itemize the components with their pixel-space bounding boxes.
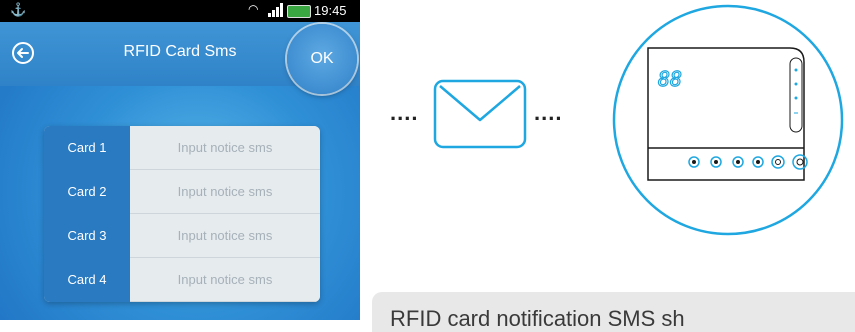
card-label: Card 1 <box>44 126 130 171</box>
usb-icon: ⚓ <box>10 2 27 17</box>
card-sms-input[interactable]: Input notice sms <box>130 258 320 302</box>
wifi-icon: ◠ <box>248 2 259 16</box>
dots-left: .... <box>390 100 419 125</box>
status-time: 19:45 <box>314 3 347 18</box>
envelope-icon <box>433 79 527 149</box>
card-label: Card 4 <box>44 258 130 302</box>
card-sms-input[interactable]: Input notice sms <box>130 170 320 214</box>
status-bar: ⚓ ◠ 19:45 <box>0 0 360 22</box>
signal-icon <box>268 3 283 17</box>
phone-screen: ⚓ ◠ 19:45 RFID Card Sms OK Card 1 Input … <box>0 0 360 320</box>
card-label: Card 2 <box>44 170 130 215</box>
battery-icon <box>287 5 311 18</box>
alarm-panel-illustration: 88 <box>612 4 844 236</box>
caption: RFID card notification SMS sh <box>372 292 855 332</box>
card-row: Card 4 Input notice sms <box>44 258 320 302</box>
card-row: Card 1 Input notice sms <box>44 126 320 171</box>
card-row: Card 2 Input notice sms <box>44 170 320 215</box>
ok-button[interactable]: OK <box>287 24 357 94</box>
card-sms-input[interactable]: Input notice sms <box>130 126 320 170</box>
card-row: Card 3 Input notice sms <box>44 214 320 259</box>
dots-right: .... <box>534 100 563 125</box>
display-digits: 88 <box>658 67 682 91</box>
card-sms-table: Card 1 Input notice sms Card 2 Input not… <box>44 126 320 302</box>
card-label: Card 3 <box>44 214 130 259</box>
ok-button-label: OK <box>310 50 334 67</box>
card-sms-input[interactable]: Input notice sms <box>130 214 320 258</box>
